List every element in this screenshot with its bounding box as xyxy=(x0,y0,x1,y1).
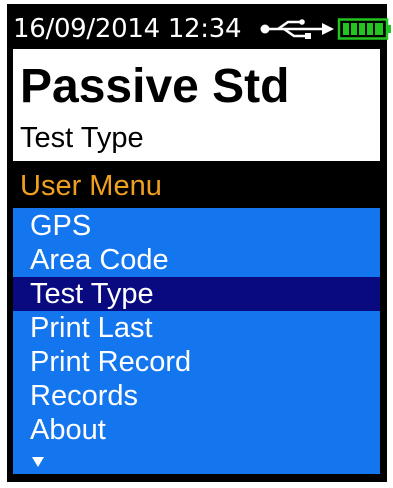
menu-item-label: GPS xyxy=(30,210,92,242)
mode-header: Passive Std Test Type xyxy=(13,49,380,161)
menu-item-print-last[interactable]: Print Last xyxy=(13,311,380,345)
status-bar: 16/09/2014 12:34 xyxy=(13,13,391,45)
menu-item-test-type[interactable]: Test Type xyxy=(13,277,380,311)
menu-title: User Menu xyxy=(20,170,162,202)
mode-title: Passive Std xyxy=(20,60,290,113)
menu-item-label: Area Code xyxy=(30,244,169,276)
battery-full-icon xyxy=(337,18,391,40)
menu-item-label: Print Last xyxy=(30,312,153,344)
menu-item-records[interactable]: Records xyxy=(13,379,380,413)
menu-item-label: About xyxy=(30,414,106,446)
datetime-display: 16/09/2014 12:34 xyxy=(13,14,242,44)
usb-connected-icon xyxy=(260,19,334,39)
menu-title-bar: User Menu xyxy=(13,167,380,205)
current-setting-label: Test Type xyxy=(20,122,144,154)
menu-item-label: Records xyxy=(30,380,138,412)
menu-item-label: Print Record xyxy=(30,346,192,378)
menu-item-print-record[interactable]: Print Record xyxy=(13,345,380,379)
menu-item-label: Test Type xyxy=(30,278,154,310)
menu-item-about[interactable]: About xyxy=(13,413,380,447)
menu-item-area-code[interactable]: Area Code xyxy=(13,243,380,277)
scroll-down-arrow-icon[interactable] xyxy=(32,457,44,467)
user-menu-list: GPS Area Code Test Type Print Last Print… xyxy=(13,208,380,474)
menu-item-gps[interactable]: GPS xyxy=(13,209,380,243)
